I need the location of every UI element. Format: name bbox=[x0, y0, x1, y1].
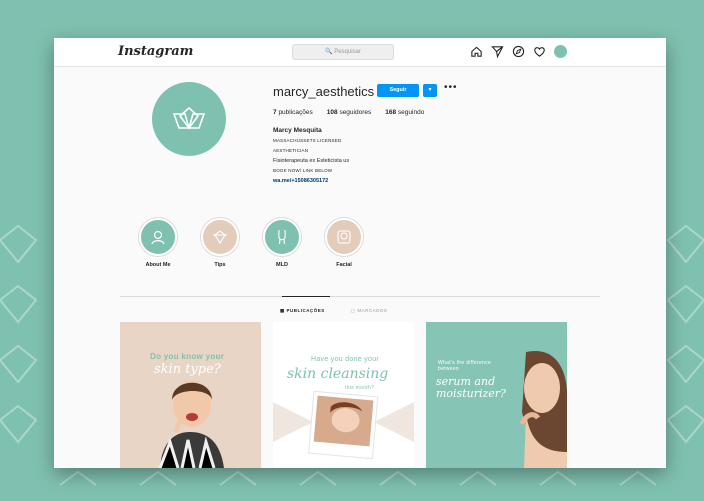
post-thumbnail[interactable]: Do you know your skin type? bbox=[120, 322, 261, 468]
highlight-label: Facial bbox=[336, 262, 352, 268]
profile-stats: 7 publicações 108 seguidores 168 seguind… bbox=[273, 109, 424, 116]
tab-posts[interactable]: ▦ PUBLICAÇÕES bbox=[280, 308, 325, 314]
profile-username: marcy_aesthetics bbox=[273, 84, 375, 99]
bio-line: AESTHETICIAN bbox=[273, 148, 309, 153]
highlight-label: Tips bbox=[214, 262, 226, 268]
bio-line: BOOK NOW/ LINK BELOW bbox=[273, 168, 333, 173]
search-input[interactable]: 🔍 Pesquisar bbox=[292, 44, 394, 60]
heart-icon[interactable] bbox=[533, 45, 546, 58]
face-icon bbox=[337, 230, 351, 244]
browser-window: Instagram 🔍 Pesquisar marcy_aesthetics S… bbox=[54, 38, 666, 468]
explore-icon[interactable] bbox=[512, 45, 525, 58]
profile-bio: Marcy Mesquita MASSACHUSSETS LICENSED AE… bbox=[273, 126, 349, 186]
follow-button[interactable]: Seguir bbox=[377, 84, 419, 97]
highlight-about-me[interactable]: About Me bbox=[138, 218, 178, 268]
profile-avatar-icon[interactable] bbox=[554, 45, 567, 58]
grid-icon: ▦ bbox=[280, 308, 285, 313]
post-thumbnail[interactable]: What's the difference between serum and … bbox=[426, 322, 567, 468]
tab-tagged[interactable]: ▢ MARCADOS bbox=[351, 308, 388, 314]
profile-avatar[interactable] bbox=[152, 82, 226, 156]
bio-line: Fisioterapeuta ex Esteticista us bbox=[273, 158, 350, 164]
lotus-logo-icon bbox=[172, 106, 206, 130]
active-tab-indicator bbox=[282, 296, 330, 297]
highlight-label: MLD bbox=[276, 262, 288, 268]
profile-full-name: Marcy Mesquita bbox=[273, 127, 322, 134]
highlight-cover bbox=[325, 218, 363, 256]
bio-link[interactable]: wa.me/+15086305172 bbox=[273, 176, 349, 186]
followers-count[interactable]: 108 seguidores bbox=[327, 109, 371, 116]
highlight-facial[interactable]: Facial bbox=[324, 218, 364, 268]
instagram-topbar: Instagram 🔍 Pesquisar bbox=[54, 38, 666, 67]
direct-icon[interactable] bbox=[491, 45, 504, 58]
instagram-logo[interactable]: Instagram bbox=[118, 44, 193, 59]
posts-count: 7 publicações bbox=[273, 109, 313, 116]
bio-line: MASSACHUSSETS LICENSED bbox=[273, 138, 342, 143]
highlight-tips[interactable]: Tips bbox=[200, 218, 240, 268]
person-icon bbox=[151, 230, 165, 245]
highlight-mld[interactable]: MLD bbox=[262, 218, 302, 268]
highlight-label: About Me bbox=[145, 262, 171, 268]
nav-icons bbox=[470, 45, 567, 58]
polaroid-photo bbox=[273, 390, 414, 460]
tabs-divider bbox=[120, 296, 600, 297]
highlight-cover bbox=[201, 218, 239, 256]
home-icon[interactable] bbox=[470, 45, 483, 58]
post-thumbnail[interactable]: Have you done your skin cleansing this m… bbox=[273, 322, 414, 468]
highlight-cover bbox=[139, 218, 177, 256]
woman-photo bbox=[519, 350, 567, 468]
highlight-cover bbox=[263, 218, 301, 256]
suggested-dropdown-button[interactable]: ▾ bbox=[423, 84, 437, 97]
woman-photo bbox=[158, 381, 224, 468]
chevron-down-icon: ▾ bbox=[428, 87, 432, 93]
more-options-button[interactable]: ••• bbox=[444, 82, 458, 93]
tagged-icon: ▢ bbox=[350, 308, 356, 313]
flower-icon bbox=[213, 230, 227, 245]
body-icon bbox=[278, 229, 286, 245]
following-count[interactable]: 168 seguindo bbox=[385, 109, 424, 116]
story-highlights: About Me Tips MLD Facial bbox=[138, 218, 364, 268]
profile-tabs: ▦ PUBLICAÇÕES ▢ MARCADOS bbox=[280, 308, 387, 314]
